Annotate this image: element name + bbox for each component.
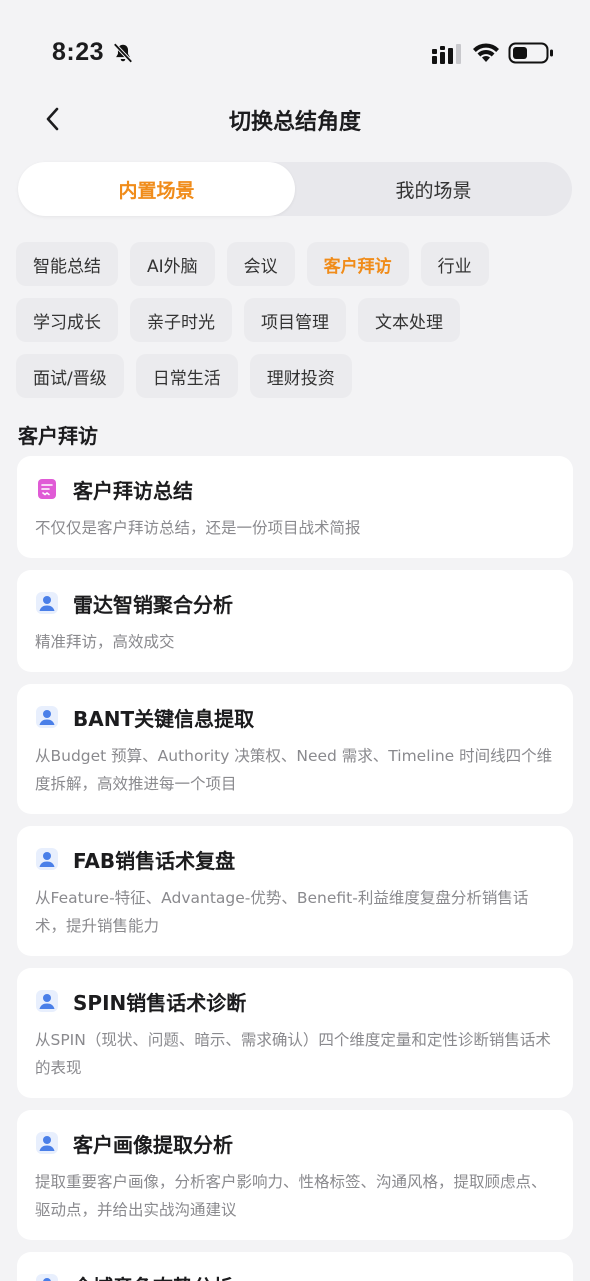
template-card[interactable]: 全域竞争态势分析: [17, 1252, 573, 1281]
page-title: 切换总结角度: [228, 110, 361, 135]
wifi-icon: [473, 43, 499, 62]
cellular-signal-icon: [432, 44, 461, 64]
chip-text-processing[interactable]: 文本处理: [358, 298, 460, 342]
chip-project-management[interactable]: 项目管理: [244, 298, 346, 342]
card-title: 客户画像提取分析: [73, 1132, 233, 1157]
chip-family-time[interactable]: 亲子时光: [130, 298, 232, 342]
template-card[interactable]: SPIN销售话术诊断 从SPIN（现状、问题、暗示、需求确认）四个维度定量和定性…: [17, 968, 573, 1098]
chip-industry[interactable]: 行业: [420, 242, 489, 286]
card-title: SPIN销售话术诊断: [73, 990, 247, 1015]
chip-learning[interactable]: 学习成长: [16, 298, 118, 342]
bell-off-icon: [113, 43, 133, 63]
document-icon: [38, 479, 56, 499]
status-time: 8:23: [52, 38, 105, 66]
template-card[interactable]: BANT关键信息提取 从Budget 预算、Authority 决策权、Need…: [17, 684, 573, 814]
chip-interview[interactable]: 面试/晋级: [16, 354, 124, 398]
card-title: 全域竞争态势分析: [73, 1271, 233, 1281]
card-description: 从SPIN（现状、问题、暗示、需求确认）四个维度定量和定性诊断销售话术的表现: [35, 1031, 551, 1077]
chip-customer-visit[interactable]: 客户拜访: [306, 242, 409, 286]
chip-finance[interactable]: 理财投资: [249, 354, 352, 398]
template-card[interactable]: FAB销售话术复盘 从Feature-特征、Advantage-优势、Benef…: [17, 826, 573, 956]
template-list: 客户拜访总结 不仅仅是客户拜访总结，还是一份项目战术简报 雷达智销聚合分析 精准…: [17, 456, 573, 1281]
template-card[interactable]: 雷达智销聚合分析 精准拜访，高效成交: [17, 570, 573, 672]
person-icon: [36, 1132, 58, 1154]
nav-bar: 切换总结角度: [0, 90, 590, 150]
status-bar: 8:23: [0, 0, 590, 100]
card-title: BANT关键信息提取: [73, 706, 255, 731]
template-card[interactable]: 客户画像提取分析 提取重要客户画像，分析客户影响力、性格标签、沟通风格，提取顾虑…: [17, 1110, 573, 1240]
tab-my-scenes[interactable]: 我的场景: [295, 162, 572, 216]
card-description: 从Budget 预算、Authority 决策权、Need 需求、Timelin…: [35, 747, 553, 793]
chip-ai-brain[interactable]: AI外脑: [130, 242, 215, 286]
card-description: 提取重要客户画像，分析客户影响力、性格标签、沟通风格，提取顾虑点、驱动点，并给出…: [35, 1173, 547, 1219]
person-icon: [36, 706, 58, 728]
tab-builtin-scenes[interactable]: 内置场景: [18, 162, 295, 216]
person-icon: [36, 1274, 58, 1281]
card-title: FAB销售话术复盘: [73, 848, 236, 873]
card-title: 客户拜访总结: [73, 478, 193, 503]
chip-daily-life[interactable]: 日常生活: [135, 354, 238, 398]
scene-segment-control: 内置场景 我的场景: [18, 162, 572, 216]
person-icon: [36, 592, 58, 614]
category-chips: 智能总结 AI外脑 会议 客户拜访 行业 学习成长 亲子时光 项目管理 文本处理…: [16, 242, 576, 398]
card-description: 从Feature-特征、Advantage-优势、Benefit-利益维度复盘分…: [35, 889, 529, 935]
person-icon: [36, 990, 58, 1012]
card-description: 不仅仅是客户拜访总结，还是一份项目战术简报: [35, 519, 361, 537]
template-card[interactable]: 客户拜访总结 不仅仅是客户拜访总结，还是一份项目战术简报: [17, 456, 573, 558]
section-title: 客户拜访: [18, 424, 98, 448]
card-description: 精准拜访，高效成交: [35, 633, 175, 651]
card-title: 雷达智销聚合分析: [73, 592, 233, 617]
person-icon: [36, 848, 58, 870]
chip-smart-summary[interactable]: 智能总结: [16, 242, 118, 286]
chip-meeting[interactable]: 会议: [226, 242, 295, 286]
battery-icon: [508, 42, 553, 64]
